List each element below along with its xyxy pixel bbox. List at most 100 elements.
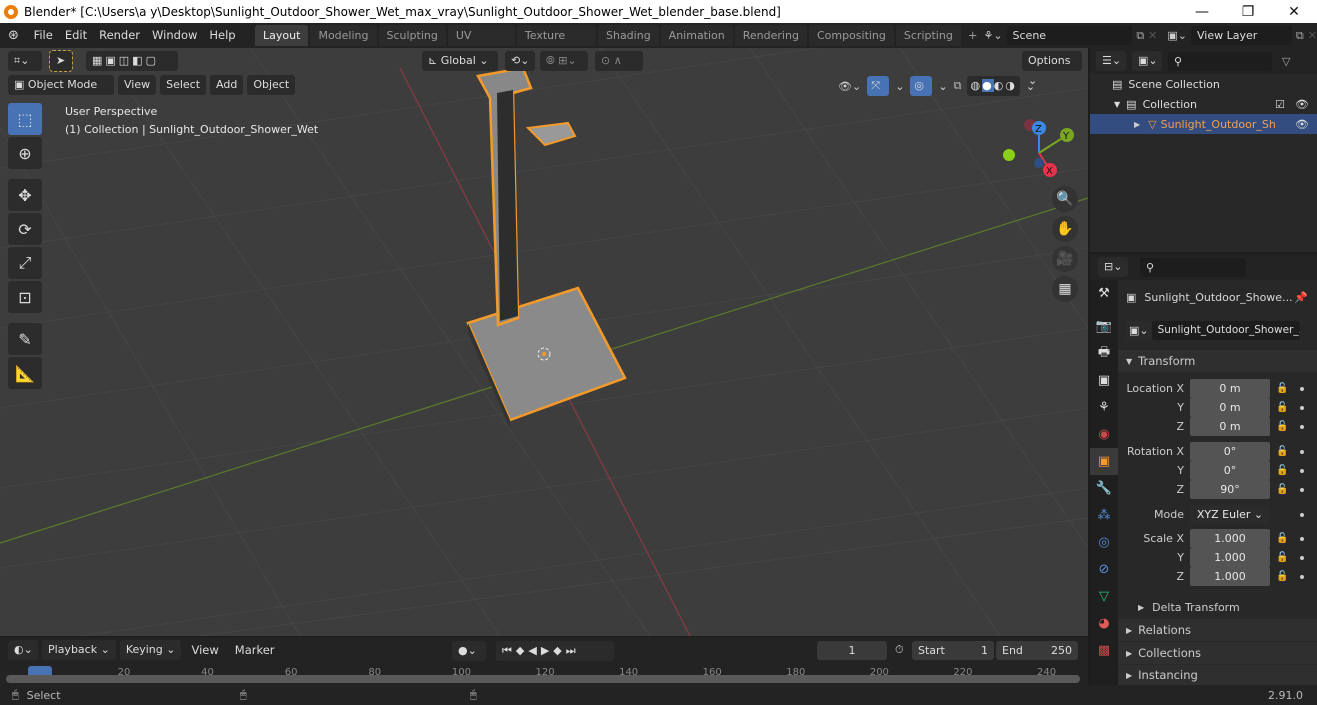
annotate-tool-icon[interactable]: ✎ xyxy=(8,323,42,355)
scene-icon[interactable]: ⚘⌄ xyxy=(983,29,1002,42)
lock-icon[interactable]: 🔓 xyxy=(1276,402,1292,413)
texture-tab-icon[interactable]: ▩ xyxy=(1090,637,1118,664)
properties-search-input[interactable]: ⚲ xyxy=(1140,257,1246,277)
keyframe-dot[interactable] xyxy=(1300,386,1304,391)
timeline-menu-keying[interactable]: Keying ⌄ xyxy=(119,640,182,660)
measure-tool-icon[interactable]: 📐 xyxy=(8,357,42,389)
delta-transform-subpanel[interactable]: ▶ Delta Transform xyxy=(1118,598,1317,617)
outliner-search-input[interactable]: ⚲ xyxy=(1168,51,1272,71)
expand-arrow-icon[interactable]: ▶ xyxy=(1134,120,1140,129)
minimize-button[interactable]: — xyxy=(1179,0,1225,23)
shading-mode-icons[interactable]: ◍●◐◑ xyxy=(967,76,1020,96)
gizmo-dropdown-icon[interactable]: ⌄ xyxy=(895,80,904,93)
lock-icon[interactable]: 🔓 xyxy=(1276,446,1292,457)
tab-modeling[interactable]: Modeling xyxy=(310,25,377,46)
camera-icon[interactable]: 🎥 xyxy=(1052,246,1078,272)
tab-uv-editing[interactable]: UV Editing xyxy=(447,25,515,63)
keyframe-dot[interactable] xyxy=(1300,424,1304,429)
physics-tab-icon[interactable]: ◎ xyxy=(1090,529,1118,556)
delete-view-layer-icon[interactable]: ✕ xyxy=(1308,29,1317,42)
maximize-button[interactable]: ❐ xyxy=(1225,0,1271,23)
outliner-scene-collection[interactable]: ▤ Scene Collection xyxy=(1090,74,1317,94)
visibility-icon[interactable]: 👁⌄ xyxy=(838,80,861,93)
end-frame-field[interactable]: End 250 xyxy=(996,641,1078,660)
tab-texture-paint[interactable]: Texture Paint xyxy=(516,25,596,63)
xray-toggle-icon[interactable]: ⧉ xyxy=(954,79,962,93)
blender-menu-icon[interactable]: ⊛ xyxy=(8,28,28,43)
pin-icon[interactable]: 📌 xyxy=(1294,291,1308,304)
snap-icon[interactable]: ⦾ ⊞⌄ xyxy=(540,51,588,71)
properties-editor-type-icon[interactable]: ⊟⌄ xyxy=(1098,257,1128,277)
lock-icon[interactable]: 🔓 xyxy=(1276,421,1292,432)
playback-controls[interactable]: ⏮◆◀▶◆⏭ xyxy=(496,641,614,661)
viewport-menu-object[interactable]: Object xyxy=(247,75,296,95)
modifier-tab-icon[interactable]: 🔧 xyxy=(1090,475,1118,502)
lock-icon[interactable]: 🔓 xyxy=(1276,533,1292,544)
tab-animation[interactable]: Animation xyxy=(660,25,733,46)
lock-icon[interactable]: 🔓 xyxy=(1276,465,1292,476)
instancing-panel-header[interactable]: ▶ Instancing xyxy=(1118,665,1317,685)
tab-sculpting[interactable]: Sculpting xyxy=(378,25,446,46)
timeline-menu-view[interactable]: View xyxy=(185,638,224,663)
filter-funnel-icon[interactable]: ▽ xyxy=(1282,55,1290,68)
tab-shading[interactable]: Shading xyxy=(597,25,659,46)
outliner-collection[interactable]: ▼ ▤ Collection ☑ 👁 xyxy=(1090,94,1317,114)
object-tab-icon[interactable]: ▣ xyxy=(1090,448,1118,475)
transform-orientation-dropdown[interactable]: ⊾ Global ⌄ xyxy=(422,51,498,71)
lock-icon[interactable]: 🔓 xyxy=(1276,484,1292,495)
tab-rendering[interactable]: Rendering xyxy=(734,25,807,46)
relations-panel-header[interactable]: ▶ Relations xyxy=(1118,619,1317,641)
expand-arrow-icon[interactable]: ▼ xyxy=(1114,100,1120,109)
tab-compositing[interactable]: Compositing xyxy=(808,25,894,46)
add-workspace-button[interactable]: + xyxy=(962,23,984,48)
pivot-point-icon[interactable]: ⟲⌄ xyxy=(505,51,535,71)
lock-icon[interactable]: 🔓 xyxy=(1276,383,1292,394)
delete-scene-icon[interactable]: ✕ xyxy=(1148,29,1157,42)
collections-panel-header[interactable]: ▶ Collections xyxy=(1118,642,1317,664)
lock-icon[interactable]: 🔓 xyxy=(1276,552,1292,563)
material-tab-icon[interactable]: ◕ xyxy=(1090,610,1118,637)
select-tool-icon[interactable]: ➤ xyxy=(49,50,73,72)
outliner-display-mode-icon[interactable]: ☰⌄ xyxy=(1096,51,1126,71)
timeline-menu-marker[interactable]: Marker xyxy=(229,638,281,663)
shading-dropdown-icon[interactable]: ⌄ xyxy=(1026,80,1035,93)
output-tab-icon[interactable]: 🖶 xyxy=(1090,340,1118,367)
zoom-icon[interactable]: 🔍 xyxy=(1052,186,1078,212)
scale-tool-icon[interactable]: ⤢ xyxy=(8,247,42,279)
pan-hand-icon[interactable]: ✋ xyxy=(1052,216,1078,242)
auto-keying-icon[interactable]: ●⌄ xyxy=(452,641,486,661)
keyframe-dot[interactable] xyxy=(1300,468,1304,473)
ortho-grid-icon[interactable]: ▦ xyxy=(1052,276,1078,302)
tab-scripting[interactable]: Scripting xyxy=(895,25,961,46)
scale-z-field[interactable]: 1.000 xyxy=(1190,567,1270,586)
selection-mode-icons[interactable]: ▦▣◫◧▢ xyxy=(86,51,178,71)
transform-panel-header[interactable]: ▼ Transform xyxy=(1118,350,1317,372)
constraints-tab-icon[interactable]: ⊘ xyxy=(1090,556,1118,583)
transform-tool-icon[interactable]: ⊡ xyxy=(8,281,42,313)
keyframe-dot[interactable] xyxy=(1300,555,1304,560)
menu-file[interactable]: File xyxy=(28,23,59,48)
object-browse-icon[interactable]: ▣⌄ xyxy=(1126,320,1152,341)
lock-icon[interactable]: 🔓 xyxy=(1276,571,1292,582)
world-tab-icon[interactable]: ◉ xyxy=(1090,421,1118,448)
scale-y-field[interactable]: 1.000 xyxy=(1190,548,1270,567)
keyframe-dot[interactable] xyxy=(1300,405,1304,410)
view-layer-icon[interactable]: ▣⌄ xyxy=(1167,29,1187,42)
location-z-field[interactable]: 0 m xyxy=(1190,417,1270,436)
timeline-scrollbar[interactable] xyxy=(6,675,1080,683)
location-x-field[interactable]: 0 m xyxy=(1190,379,1270,398)
location-y-field[interactable]: 0 m xyxy=(1190,398,1270,417)
current-frame-field[interactable]: 1 xyxy=(817,641,887,660)
move-tool-icon[interactable]: ✥ xyxy=(8,179,42,211)
new-view-layer-icon[interactable]: ⧉ xyxy=(1296,29,1304,43)
rotate-tool-icon[interactable]: ⟳ xyxy=(8,213,42,245)
keyframe-dot[interactable] xyxy=(1300,536,1304,541)
proportional-edit-icon[interactable]: ⊙ ∧ xyxy=(595,51,643,71)
select-box-tool-icon[interactable]: ⬚ xyxy=(8,103,42,135)
menu-help[interactable]: Help xyxy=(203,23,241,48)
outliner-object-row[interactable]: ▶ ▽ Sunlight_Outdoor_Sh 👁 xyxy=(1090,114,1317,134)
overlay-toggle-icon[interactable]: ◎ xyxy=(910,76,933,96)
object-mode-dropdown[interactable]: ▣ Object Mode ⌄ xyxy=(8,75,114,111)
editor-type-icon[interactable]: ⌗⌄ xyxy=(8,51,42,71)
options-dropdown[interactable]: Options ⌄ xyxy=(1022,51,1082,87)
